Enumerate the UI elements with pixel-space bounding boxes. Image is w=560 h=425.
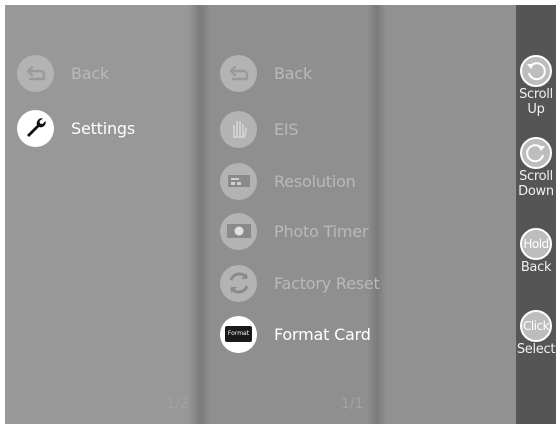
wrench-icon xyxy=(17,109,54,147)
format-card-icon: Format xyxy=(220,315,257,353)
rotate-cw-icon xyxy=(520,137,552,169)
scroll-down-control[interactable]: Scroll Down xyxy=(514,137,556,199)
menu-item-back[interactable]: Back xyxy=(17,53,109,93)
click-select-label: Select xyxy=(516,342,556,357)
settings-item-photo-timer-label: Photo Timer xyxy=(274,221,369,241)
scroll-up-label-1: Scroll xyxy=(519,87,553,102)
photo-timer-icon xyxy=(220,212,257,250)
settings-item-eis[interactable]: EIS xyxy=(220,109,299,149)
settings-item-back[interactable]: Back xyxy=(220,53,312,93)
left-page-indicator: 1/2 xyxy=(166,396,189,412)
format-card-chip: Format xyxy=(225,326,252,342)
settings-item-factory-reset[interactable]: Factory Reset xyxy=(220,263,380,303)
settings-page-indicator: 1/1 xyxy=(341,396,364,412)
settings-item-back-label: Back xyxy=(274,63,313,83)
empty-panel xyxy=(375,5,516,424)
rotate-ccw-icon xyxy=(520,55,552,87)
scroll-up-control[interactable]: Scroll Up xyxy=(514,55,556,117)
hold-button: Hold xyxy=(520,228,552,260)
menu-item-back-label: Back xyxy=(71,63,110,83)
hold-back-label: Back xyxy=(520,260,552,275)
back-arrow-icon xyxy=(17,54,54,92)
settings-item-format-card[interactable]: Format Format Card xyxy=(220,314,371,354)
scroll-down-label-2: Down xyxy=(518,184,554,199)
settings-item-resolution[interactable]: Resolution xyxy=(220,161,356,201)
camera-menu-screen: Back Settings 1/2 Back EIS Resolution Ph… xyxy=(5,5,556,424)
hold-back-control[interactable]: Hold Back xyxy=(514,228,556,275)
click-select-control[interactable]: Click Select xyxy=(514,310,556,357)
click-button: Click xyxy=(520,310,552,342)
hand-stabilization-icon xyxy=(220,110,257,148)
settings-item-factory-reset-label: Factory Reset xyxy=(274,273,380,293)
menu-item-settings-label: Settings xyxy=(71,118,136,138)
scroll-down-label-1: Scroll xyxy=(519,169,553,184)
resolution-icon xyxy=(220,162,257,200)
settings-item-photo-timer[interactable]: Photo Timer xyxy=(220,211,368,251)
menu-item-settings[interactable]: Settings xyxy=(17,108,135,148)
back-arrow-icon xyxy=(220,54,257,92)
settings-item-resolution-label: Resolution xyxy=(274,171,356,191)
settings-item-eis-label: EIS xyxy=(274,119,299,139)
scroll-up-label-2: Up xyxy=(527,102,545,117)
factory-reset-icon xyxy=(220,264,257,302)
settings-item-format-card-label: Format Card xyxy=(274,324,371,344)
